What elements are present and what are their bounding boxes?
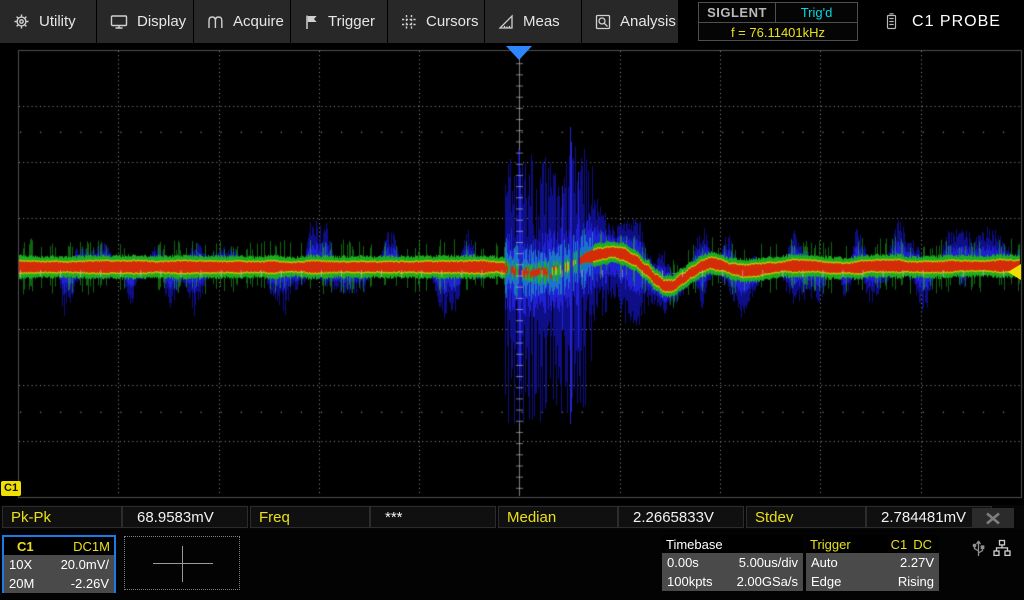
analysis-icon: [595, 14, 611, 30]
menu-utility[interactable]: Utility: [0, 0, 96, 43]
acquire-icon: [207, 14, 224, 30]
bottom-bar: C1 DC1M 10X 20.0mV/ 20M -2.26V Timebase: [0, 531, 1024, 600]
menu-display-label: Display: [137, 13, 186, 30]
channel1-vscale: 20.0mV/: [61, 557, 109, 572]
trigger-level: 2.27V: [900, 555, 934, 570]
cursors-icon: [401, 14, 417, 30]
trigger-source-chip: C1: [888, 537, 911, 552]
menu-display[interactable]: Display: [97, 0, 193, 43]
meas-label-pkpk[interactable]: Pk-Pk: [2, 506, 122, 528]
trigger-mode: Auto: [811, 555, 838, 570]
menu-meas-label: Meas: [523, 13, 560, 30]
close-icon: [985, 512, 1001, 525]
measurement-bar: Pk-Pk 68.9583mV Freq *** Median 2.266583…: [0, 505, 1024, 530]
oscilloscope-screen: C1 Utility Display Acquire Trigger Curso…: [0, 0, 1024, 600]
meas-label-freq[interactable]: Freq: [250, 506, 370, 528]
meas-value-pkpk: 68.9583mV: [122, 506, 248, 528]
cross-icon: [153, 563, 213, 564]
menu-trigger-label: Trigger: [328, 13, 375, 30]
channel1-bandwidth: 20M: [9, 576, 34, 591]
display-icon: [110, 14, 128, 30]
cross-icon: [182, 546, 183, 582]
menu-trigger[interactable]: Trigger: [291, 0, 387, 43]
measurement-close-button[interactable]: [972, 508, 1014, 528]
meas-label-median[interactable]: Median: [498, 506, 618, 528]
probe-menu[interactable]: C1 PROBE: [862, 0, 1024, 43]
meas-label-stdev[interactable]: Stdev: [746, 506, 866, 528]
probe-label: C1 PROBE: [912, 13, 1001, 31]
empty-channel-slot[interactable]: [124, 536, 240, 590]
menu-analysis-label: Analysis: [620, 13, 676, 30]
timebase-scale: 5.00us/div: [739, 555, 798, 570]
timebase-memory: 100kpts: [667, 574, 713, 589]
channel1-coupling: DC1M: [73, 539, 110, 554]
lan-icon: [993, 539, 1011, 557]
trigger-position-marker[interactable]: [506, 46, 532, 60]
channel1-offset: -2.26V: [71, 576, 109, 591]
probe-icon: [885, 12, 898, 31]
menu-cursors-label: Cursors: [426, 13, 479, 30]
status-cluster: SIGLENT Trig'd f = 76.11401kHz: [698, 2, 858, 41]
usb-icon: [972, 538, 985, 558]
setsquare-icon: [498, 14, 514, 30]
frequency-counter: f = 76.11401kHz: [699, 23, 857, 41]
menu-bar: Utility Display Acquire Trigger Cursors …: [0, 0, 1024, 44]
trigger-title: Trigger: [810, 537, 851, 552]
timebase-samplerate: 2.00GSa/s: [737, 574, 798, 589]
timebase-title: Timebase: [666, 537, 723, 552]
trigger-type: Edge: [811, 574, 841, 589]
timebase-descriptor[interactable]: Timebase 0.00s 5.00us/div 100kpts 2.00GS…: [662, 535, 803, 592]
menu-analysis[interactable]: Analysis: [582, 0, 678, 43]
trigger-status: Trig'd: [776, 3, 857, 22]
meas-value-median: 2.2665833V: [618, 506, 744, 528]
menu-acquire[interactable]: Acquire: [194, 0, 290, 43]
channel1-descriptor[interactable]: C1 DC1M 10X 20.0mV/ 20M -2.26V: [2, 535, 116, 593]
flag-icon: [304, 14, 319, 30]
trigger-level-marker[interactable]: [1008, 264, 1021, 280]
trigger-descriptor[interactable]: Trigger C1 DC Auto 2.27V Edge Rising: [806, 535, 939, 592]
trigger-slope: Rising: [898, 574, 934, 589]
menu-acquire-label: Acquire: [233, 13, 284, 30]
menu-cursors[interactable]: Cursors: [388, 0, 484, 43]
channel1-attenuation: 10X: [9, 557, 32, 572]
brand-logo: SIGLENT: [699, 3, 776, 22]
menu-meas[interactable]: Meas: [485, 0, 581, 43]
gear-icon: [13, 13, 30, 30]
menu-utility-label: Utility: [39, 13, 76, 30]
meas-value-freq: ***: [370, 506, 496, 528]
trigger-coupling-chip: DC: [910, 537, 935, 552]
channel1-name-chip: C1: [8, 539, 43, 554]
timebase-delay: 0.00s: [667, 555, 699, 570]
channel-offset-badge[interactable]: C1: [1, 481, 21, 496]
